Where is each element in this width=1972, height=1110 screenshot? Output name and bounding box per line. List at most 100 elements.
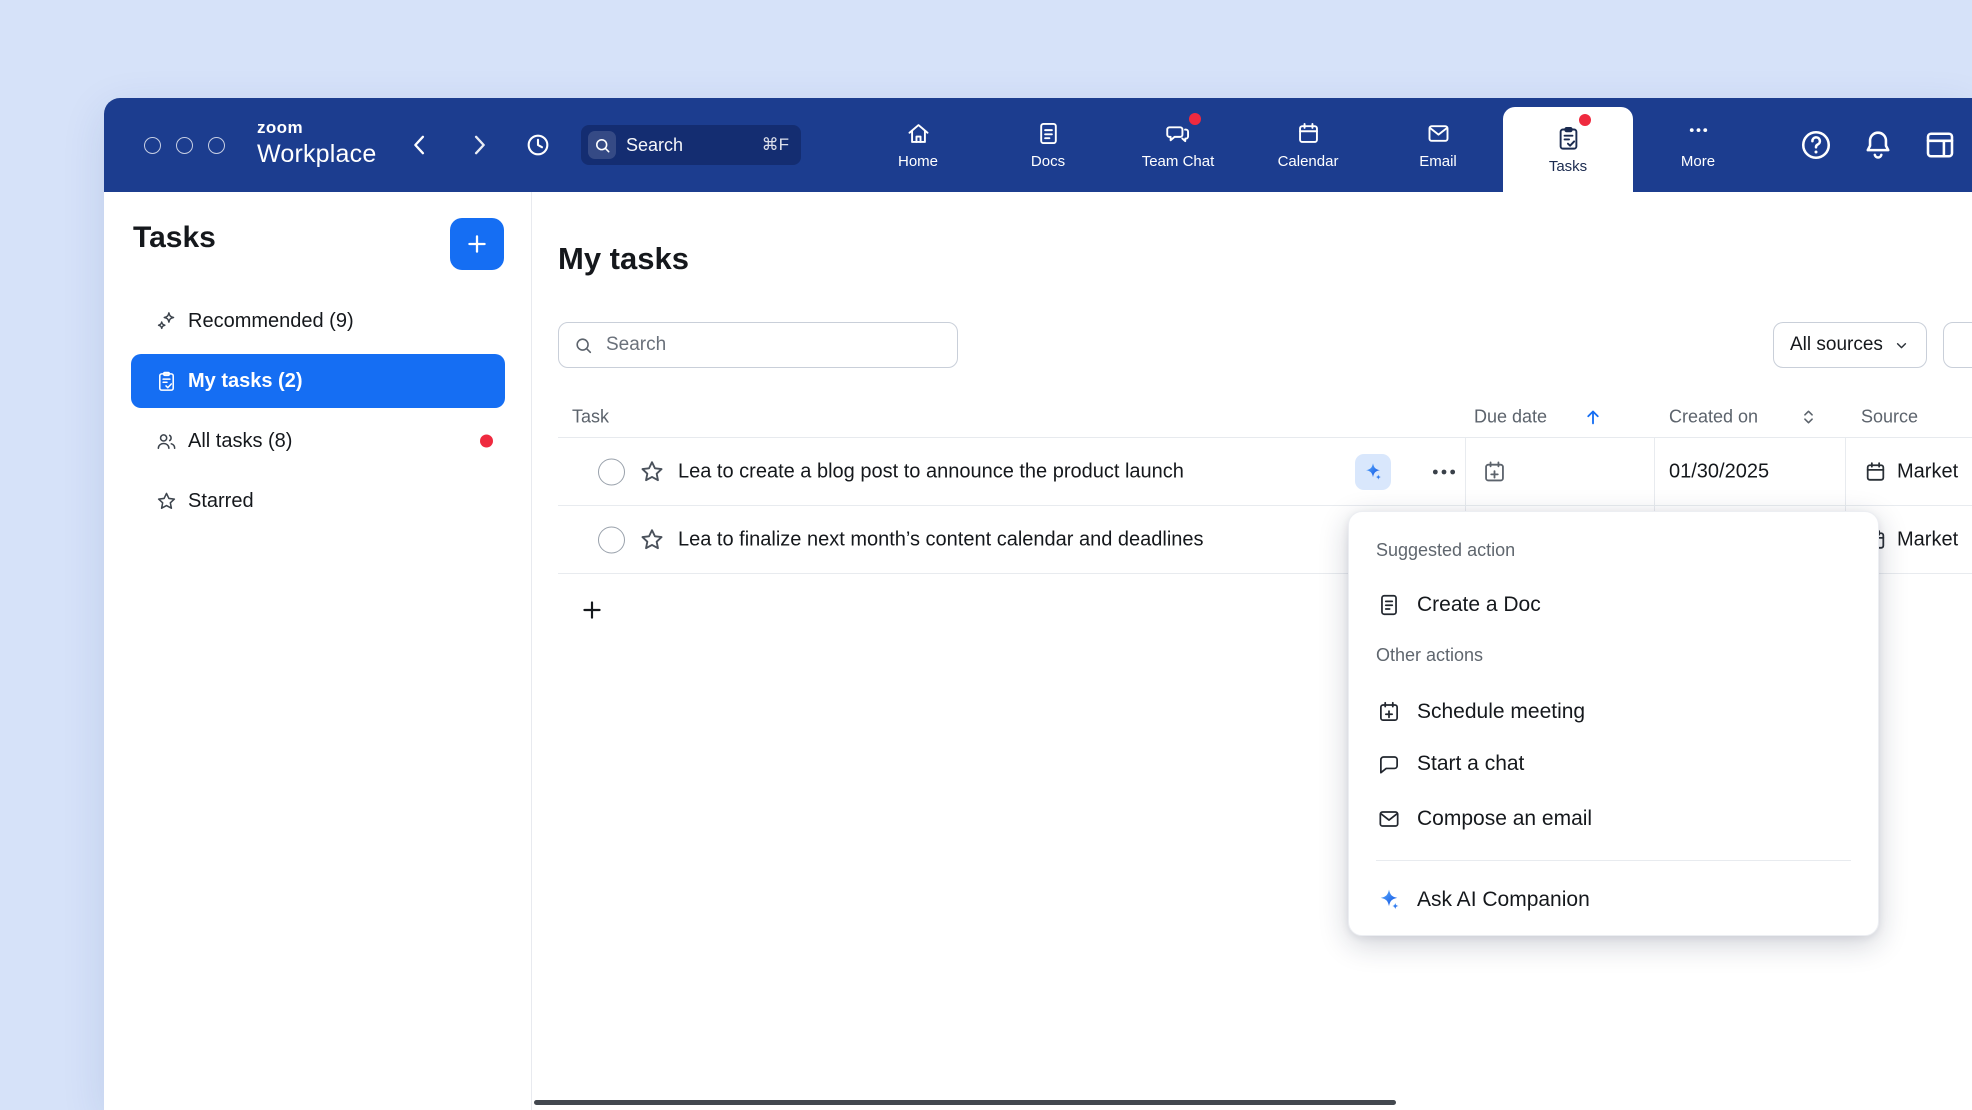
table-header: Task Due date Created on Source xyxy=(558,396,1972,438)
tasks-sidebar: Tasks Recommended (9) My tasks (2) All t… xyxy=(104,192,532,1110)
star-icon[interactable] xyxy=(638,526,666,554)
menu-item-label: Start a chat xyxy=(1417,752,1524,776)
sidebar-item-recommended[interactable]: Recommended (9) xyxy=(131,294,505,348)
search-icon xyxy=(588,131,616,159)
email-icon xyxy=(1425,120,1452,147)
clipboard-check-icon xyxy=(155,370,178,393)
schedule-panel-button[interactable] xyxy=(1922,127,1958,163)
ai-companion-icon xyxy=(1362,461,1384,483)
bell-icon xyxy=(1860,127,1896,163)
people-icon xyxy=(155,430,178,453)
sources-filter-label: All sources xyxy=(1790,334,1883,356)
docs-icon xyxy=(1035,120,1062,147)
star-icon[interactable] xyxy=(638,458,666,486)
task-complete-checkbox[interactable] xyxy=(598,458,625,485)
column-header-task[interactable]: Task xyxy=(572,406,609,427)
team-chat-icon xyxy=(1165,120,1192,147)
nav-home[interactable]: Home xyxy=(853,98,983,192)
menu-item-start-chat[interactable]: Start a chat xyxy=(1376,740,1851,788)
search-placeholder: Search xyxy=(626,135,752,156)
more-icon xyxy=(1685,120,1712,147)
sidebar-item-all-tasks[interactable]: All tasks (8) xyxy=(131,414,505,468)
zoom-workplace-logo: zoom Workplace xyxy=(257,119,376,167)
sort-toggle-icon[interactable] xyxy=(1799,407,1818,426)
column-header-source[interactable]: Source xyxy=(1861,406,1918,427)
team-chat-unread-badge xyxy=(1189,113,1201,125)
ai-companion-icon xyxy=(1376,887,1402,913)
calendar-plus-icon xyxy=(1376,699,1402,725)
task-title: Lea to create a blog post to announce th… xyxy=(678,460,1184,483)
window-control-1[interactable] xyxy=(144,137,161,154)
task-complete-checkbox[interactable] xyxy=(598,526,625,553)
window-control-3[interactable] xyxy=(208,137,225,154)
global-search[interactable]: Search ⌘F xyxy=(581,125,801,165)
plus-icon xyxy=(579,597,605,623)
chevron-left-icon xyxy=(406,131,434,159)
task-row-1[interactable]: Lea to create a blog post to announce th… xyxy=(558,438,1972,506)
nav-docs[interactable]: Docs xyxy=(983,98,1113,192)
tasks-unread-badge xyxy=(1579,114,1591,126)
calendar-panel-icon xyxy=(1922,127,1958,163)
menu-item-label: Schedule meeting xyxy=(1417,700,1585,724)
task-search-field[interactable] xyxy=(558,322,958,368)
sidebar-title: Tasks xyxy=(133,218,216,258)
menu-item-schedule-meeting[interactable]: Schedule meeting xyxy=(1376,688,1851,736)
new-task-button[interactable] xyxy=(450,218,504,270)
forward-button[interactable] xyxy=(465,131,493,159)
source-value: Market xyxy=(1897,528,1958,551)
nav-calendar[interactable]: Calendar xyxy=(1243,98,1373,192)
more-actions-button[interactable] xyxy=(1428,456,1460,488)
menu-section-label-other: Other actions xyxy=(1376,645,1483,666)
clipped-toolbar-button[interactable] xyxy=(1943,322,1972,368)
workplace-logo-text: Workplace xyxy=(257,142,376,167)
menu-item-create-doc[interactable]: Create a Doc xyxy=(1376,581,1851,629)
menu-item-compose-email[interactable]: Compose an email xyxy=(1376,795,1851,843)
sidebar-item-starred[interactable]: Starred xyxy=(131,474,505,528)
chevron-down-icon xyxy=(1893,337,1910,354)
zoom-logo-text: zoom xyxy=(257,119,376,136)
horizontal-scrollbar[interactable] xyxy=(534,1100,1396,1105)
window-control-2[interactable] xyxy=(176,137,193,154)
source-calendar-icon xyxy=(1863,459,1888,484)
calendar-plus-icon xyxy=(1481,458,1508,485)
sources-filter-dropdown[interactable]: All sources xyxy=(1773,322,1927,368)
history-button[interactable] xyxy=(524,131,552,159)
menu-item-label: Ask AI Companion xyxy=(1417,888,1590,912)
my-tasks-panel: My tasks All sources Task Due date Creat… xyxy=(532,192,1972,1110)
menu-divider xyxy=(1376,860,1851,861)
tasks-icon xyxy=(1555,125,1582,152)
topbar-utilities xyxy=(1798,127,1958,163)
chevron-right-icon xyxy=(465,131,493,159)
column-header-due-date[interactable]: Due date xyxy=(1474,406,1547,427)
chat-bubble-icon xyxy=(1376,751,1402,777)
history-clock-icon xyxy=(524,131,552,159)
sparkles-icon xyxy=(155,310,178,333)
sidebar-item-label: My tasks (2) xyxy=(188,370,303,393)
menu-item-label: Compose an email xyxy=(1417,807,1592,831)
sidebar-item-my-tasks[interactable]: My tasks (2) xyxy=(131,354,505,408)
nav-email[interactable]: Email xyxy=(1373,98,1503,192)
menu-section-label-suggested: Suggested action xyxy=(1376,540,1515,561)
task-title: Lea to finalize next month’s content cal… xyxy=(678,528,1204,551)
menu-item-ask-ai-companion[interactable]: Ask AI Companion xyxy=(1376,876,1851,924)
add-task-button[interactable] xyxy=(577,596,607,626)
column-header-created-on[interactable]: Created on xyxy=(1669,406,1758,427)
zoom-workplace-window: zoom Workplace Search ⌘F Home xyxy=(104,98,1972,1110)
sidebar-item-label: All tasks (8) xyxy=(188,430,292,453)
add-due-date-button[interactable] xyxy=(1481,458,1508,485)
back-button[interactable] xyxy=(406,131,434,159)
source-value: Market xyxy=(1897,460,1958,483)
help-button[interactable] xyxy=(1798,127,1834,163)
task-search-input[interactable] xyxy=(604,333,943,357)
nav-more[interactable]: More xyxy=(1633,98,1763,192)
sort-ascending-icon[interactable] xyxy=(1582,406,1604,428)
nav-team-chat[interactable]: Team Chat xyxy=(1113,98,1243,192)
topbar: zoom Workplace Search ⌘F Home xyxy=(104,98,1972,192)
notifications-button[interactable] xyxy=(1860,127,1896,163)
ai-companion-button[interactable] xyxy=(1355,454,1391,490)
column-divider xyxy=(1845,438,1846,506)
nav-tasks[interactable]: Tasks xyxy=(1503,107,1633,192)
created-on-value: 01/30/2025 xyxy=(1669,460,1769,483)
plus-icon xyxy=(464,231,490,257)
calendar-icon xyxy=(1295,120,1322,147)
